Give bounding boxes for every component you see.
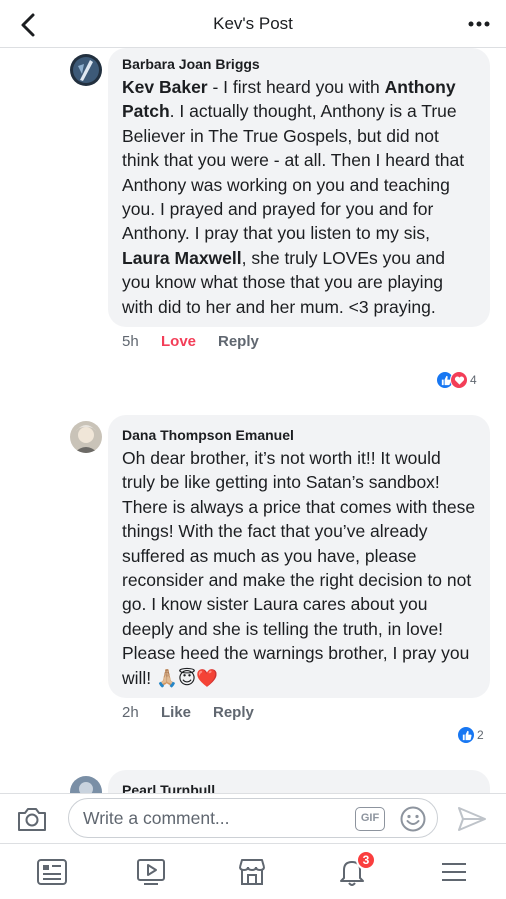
comment-author[interactable]: Pearl Turnbull bbox=[122, 781, 476, 793]
comment-bubble: Dana Thompson Emanuel Oh dear brother, i… bbox=[108, 415, 490, 699]
marketplace-icon bbox=[239, 859, 265, 885]
comment: Pearl Turnbull bbox=[108, 770, 490, 793]
comment-bubble: Barbara Joan Briggs Kev Baker - I first … bbox=[108, 48, 490, 328]
send-icon[interactable] bbox=[456, 805, 488, 833]
gif-button[interactable]: GIF bbox=[355, 807, 385, 831]
comment-text: Oh dear brother, it’s not worth it!! It … bbox=[122, 448, 476, 688]
like-reaction-icon bbox=[457, 726, 475, 744]
watch-video-icon bbox=[137, 859, 165, 885]
comment-text-part: . I actually thought, Anthony is a True … bbox=[122, 101, 465, 244]
hamburger-menu-icon bbox=[442, 863, 466, 881]
comment-text: Kev Baker - I first heard you with Antho… bbox=[122, 75, 476, 319]
tab-watch[interactable] bbox=[133, 856, 169, 888]
comment-timestamp: 2h bbox=[122, 704, 139, 722]
reaction-count: 4 bbox=[470, 373, 477, 387]
comment-actions: 5h Love Reply bbox=[108, 333, 490, 359]
reply-button[interactable]: Reply bbox=[213, 704, 254, 721]
more-options-icon[interactable] bbox=[464, 12, 494, 36]
tab-menu[interactable] bbox=[436, 856, 472, 888]
camera-icon[interactable] bbox=[16, 805, 48, 833]
love-reaction-icon bbox=[450, 371, 468, 389]
reaction-count: 2 bbox=[477, 728, 484, 742]
page-title: Kev's Post bbox=[213, 14, 293, 33]
notification-badge: 3 bbox=[356, 850, 376, 870]
comment-input-box[interactable]: GIF bbox=[68, 798, 438, 838]
reaction-summary[interactable]: 2 bbox=[457, 726, 484, 744]
tab-news-feed[interactable] bbox=[34, 856, 70, 888]
avatar[interactable] bbox=[70, 421, 102, 453]
comment: Barbara Joan Briggs Kev Baker - I first … bbox=[108, 48, 490, 359]
avatar[interactable] bbox=[70, 54, 102, 86]
like-button[interactable]: Like bbox=[161, 704, 191, 721]
tab-notifications[interactable]: 3 bbox=[334, 850, 376, 888]
comment-author[interactable]: Dana Thompson Emanuel bbox=[122, 426, 476, 444]
comment-composer: GIF bbox=[0, 793, 506, 843]
reply-button[interactable]: Reply bbox=[218, 333, 259, 350]
comment-author[interactable]: Barbara Joan Briggs bbox=[122, 55, 476, 73]
comment-input[interactable] bbox=[83, 808, 343, 829]
mention-link[interactable]: Kev Baker bbox=[122, 77, 208, 97]
emoji-icon[interactable] bbox=[399, 805, 427, 833]
comment: Dana Thompson Emanuel Oh dear brother, i… bbox=[108, 415, 490, 730]
comment-bubble: Pearl Turnbull bbox=[108, 770, 490, 793]
news-feed-icon bbox=[37, 859, 67, 885]
comments-feed: Barbara Joan Briggs Kev Baker - I first … bbox=[0, 48, 506, 793]
reaction-summary[interactable]: 4 bbox=[436, 371, 477, 389]
top-bar: Kev's Post bbox=[0, 0, 506, 48]
avatar[interactable] bbox=[70, 776, 102, 793]
bottom-tab-bar: 3 bbox=[0, 843, 506, 899]
tab-marketplace[interactable] bbox=[234, 856, 270, 888]
comment-actions: 2h Like Reply bbox=[108, 704, 490, 730]
comment-text-part: - I first heard you with bbox=[207, 77, 385, 97]
comment-timestamp: 5h bbox=[122, 333, 139, 351]
love-button[interactable]: Love bbox=[161, 333, 196, 350]
mention-link[interactable]: Laura Maxwell bbox=[122, 248, 242, 268]
